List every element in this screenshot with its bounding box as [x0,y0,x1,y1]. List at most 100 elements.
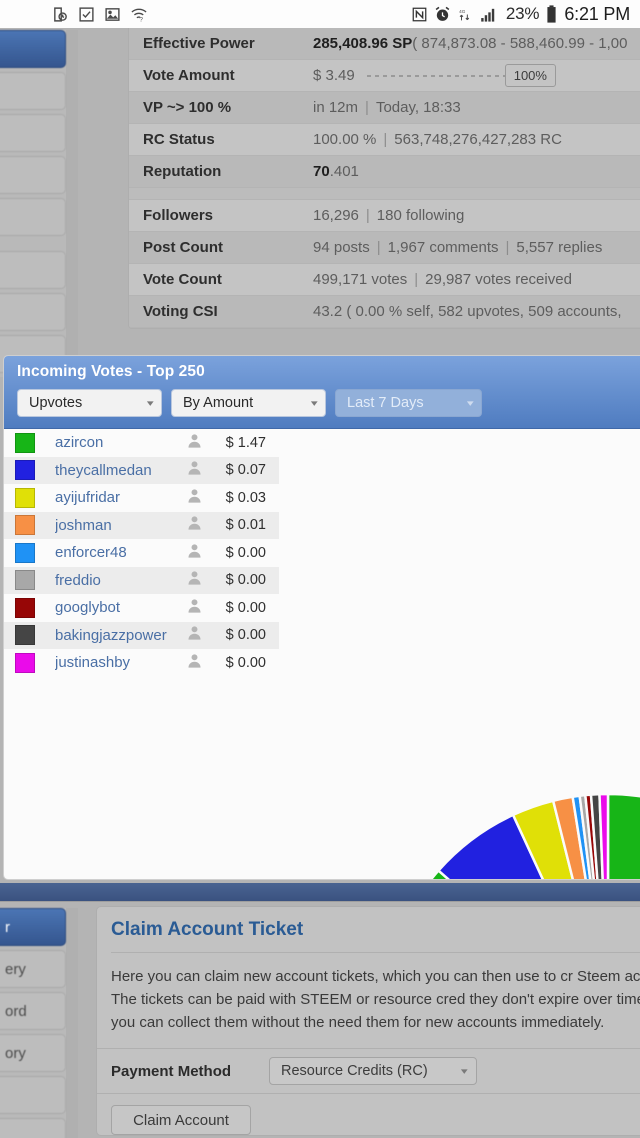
legend-row[interactable]: googlybot $ 0.00 [4,594,279,622]
sidebar-item-label: ord [5,1002,27,1020]
stats-row: VP ~> 100 % in 12m | Today, 18:33 [129,92,640,124]
stats-row-label: VP ~> 100 % [143,99,232,116]
stats-row-spacer [129,188,640,200]
legend-color-swatch [15,542,35,563]
person-icon[interactable] [186,514,203,536]
claim-account-button[interactable]: Claim Account [111,1105,251,1135]
incoming-votes-donut-chart [429,794,640,879]
stats-row-label: Effective Power [143,35,255,52]
chevron-down-icon: ▾ [461,1065,469,1076]
legend-account-name[interactable]: freddio [55,572,101,589]
legend-row-right: $ 0.00 [186,542,279,564]
stats-row: Effective Power 285,408.96 SP ( 874,873.0… [129,28,640,60]
votes-filter-3: Last 7 Days ▾ [335,389,482,417]
legend-row[interactable]: bakingjazzpower $ 0.00 [4,621,279,649]
stats-value-separator: | [365,99,369,116]
sidebar-nav-bottom[interactable]: r ery ord ory [0,908,66,1138]
sidebar-item-top-6[interactable] [0,293,66,331]
legend-amount: $ 0.01 [225,517,266,534]
stats-row-label: Voting CSI [143,303,218,320]
legend-row[interactable]: justinashby $ 0.00 [4,649,279,677]
account-stats-table: Effective Power 285,408.96 SP ( 874,873.0… [128,28,640,329]
stats-value-primary: 285,408.96 SP [313,35,413,52]
payment-method-select[interactable]: Resource Credits (RC) ▾ [269,1057,477,1085]
legend-row[interactable]: freddio $ 0.00 [4,566,279,594]
stats-value-extra-1: 5,557 replies [516,239,603,256]
stats-value-secondary: 499,171 votes [313,271,408,288]
incoming-votes-title: Incoming Votes - Top 250 [17,363,205,380]
legend-account-name[interactable]: enforcer48 [55,544,127,561]
legend-account-name[interactable]: theycallmedan [55,462,152,479]
legend-row[interactable]: azircon $ 1.47 [4,429,279,457]
image-icon [104,6,121,23]
legend-row[interactable]: theycallmedan $ 0.07 [4,456,279,484]
battery-percent-label: 23% [505,4,540,23]
legend-row-right: $ 0.00 [186,652,279,674]
votes-filter-value: By Amount [183,395,254,411]
claim-card-title: Claim Account Ticket [111,919,304,940]
sidebar-item-top-3[interactable] [0,156,66,194]
legend-account-name[interactable]: googlybot [55,599,120,616]
svg-text:?: ? [139,16,143,22]
person-icon[interactable] [186,569,203,591]
stats-value-secondary: ( 874,873.08 - 588,460.99 - 1,00 [412,35,628,52]
stats-value-secondary: 43.2 ( 0.00 % self, 582 upvotes, 509 acc… [313,303,622,320]
incoming-votes-legend: azircon $ 1.47 theycallmedan $ 0.07 ayijufri… [4,429,279,677]
sidebar-item-bottom-1[interactable]: ery [0,950,66,988]
legend-row-right: $ 1.47 [186,432,279,454]
person-icon[interactable] [186,459,203,481]
stats-value-extra-0: 180 following [376,207,465,224]
stats-row: Voting CSI 43.2 ( 0.00 % self, 582 upvote… [129,296,640,328]
stats-value-secondary: in 12m [313,99,359,116]
slider-handle[interactable]: 100% [504,64,556,87]
sidebar-item-top-0[interactable] [0,30,66,68]
sidebar-nav-top[interactable] [0,30,66,377]
votes-filter-value: Upvotes [29,395,83,411]
legend-account-name[interactable]: joshman [55,517,112,534]
legend-color-swatch [15,460,35,481]
legend-row-right: $ 0.03 [186,487,279,509]
legend-row-right: $ 0.07 [186,459,279,481]
legend-account-name[interactable]: justinashby [55,654,130,671]
person-icon[interactable] [186,487,203,509]
stats-value-secondary: 16,296 [313,207,359,224]
person-icon[interactable] [186,624,203,646]
sidebar-item-bottom-3[interactable]: ory [0,1034,66,1072]
legend-account-name[interactable]: bakingjazzpower [55,627,167,644]
legend-amount: $ 0.00 [225,572,266,589]
legend-account-name[interactable]: azircon [55,434,103,451]
legend-row[interactable]: enforcer48 $ 0.00 [4,539,279,567]
incoming-votes-filters: Upvotes ▾ By Amount ▾ Last 7 Days ▾ [17,389,640,417]
stats-value-separator: | [365,207,370,224]
stats-row-value: 285,408.96 SP ( 874,873.08 - 588,460.99 … [313,35,627,52]
stats-value-separator: | [383,131,388,148]
legend-account-name[interactable]: ayijufridar [55,489,120,506]
stats-value-secondary: $ 3.49 [313,67,355,84]
person-icon[interactable] [186,652,203,674]
legend-row[interactable]: ayijufridar $ 0.03 [4,484,279,512]
votes-filter-1[interactable]: Upvotes ▾ [17,389,162,417]
legend-row-right: $ 0.01 [186,514,279,536]
stats-row-value: in 12m | Today, 18:33 [313,99,461,116]
sidebar-item-bottom-0[interactable]: r [0,908,66,946]
votes-filter-2[interactable]: By Amount ▾ [171,389,326,417]
vote-amount-slider[interactable]: 100% [366,64,556,87]
sidebar-item-bottom-4[interactable] [0,1076,66,1114]
sidebar-item-top-5[interactable] [0,251,66,289]
sidebar-item-top-2[interactable] [0,114,66,152]
person-icon[interactable] [186,542,203,564]
nfc-icon [412,6,427,23]
legend-row[interactable]: joshman $ 0.01 [4,511,279,539]
sidebar-item-top-1[interactable] [0,72,66,110]
sidebar-scroll-strip-top [66,30,78,360]
sidebar-item-bottom-2[interactable]: ord [0,992,66,1030]
slider-track[interactable] [366,74,507,77]
stats-row: RC Status 100.00 % | 563,748,276,427,283 RC [129,124,640,156]
person-icon[interactable] [186,432,203,454]
sidebar-item-top-4[interactable] [0,198,66,236]
sidebar-item-bottom-5[interactable] [0,1118,66,1138]
person-icon[interactable] [186,597,203,619]
payment-method-label: Payment Method [111,1062,232,1080]
stats-row-value: 70.401 [313,163,359,180]
stats-row: Post Count 94 posts | 1,967 comments | 5,557 … [129,232,640,264]
